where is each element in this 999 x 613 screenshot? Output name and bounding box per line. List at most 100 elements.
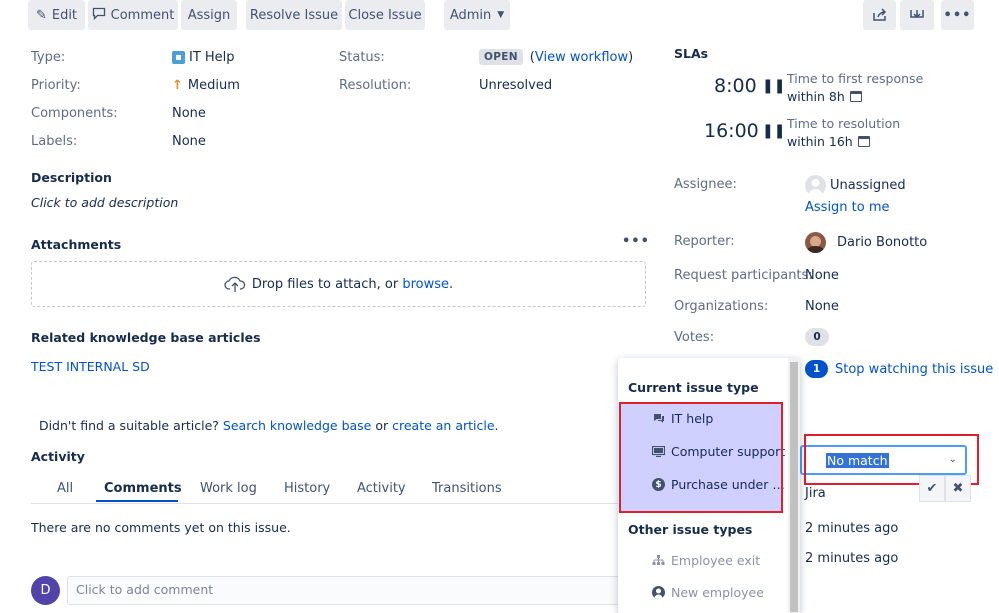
tab-transitions[interactable]: Transitions (432, 481, 502, 496)
sla-name-2: Time to resolution (787, 116, 901, 131)
votes-label: Votes: (674, 330, 715, 345)
description-field[interactable]: Click to add description (31, 195, 178, 210)
status-label: Status: (339, 50, 385, 65)
activity-heading: Activity (31, 449, 85, 464)
current-type-heading: Current issue type (628, 380, 759, 395)
assignee-value[interactable]: Unassigned (805, 175, 906, 196)
view-workflow-link[interactable]: View workflow (535, 50, 628, 65)
share-button[interactable] (863, 0, 896, 30)
stop-watching-link[interactable]: Stop watching this issue (835, 362, 993, 377)
type-text: IT Help (189, 50, 235, 65)
dropdown-item-employee-exit[interactable]: Employee exit (652, 553, 800, 568)
attachments-more-icon[interactable]: ••• (622, 234, 650, 249)
avatar-letter: D (40, 583, 51, 598)
attachments-heading: Attachments (31, 237, 122, 252)
pencil-icon: ✎ (35, 7, 47, 23)
labels-value[interactable]: None (172, 134, 206, 149)
arrow-up-icon: ↑ (172, 78, 183, 93)
calendar-icon (857, 136, 870, 147)
resolution-label: Resolution: (339, 78, 412, 93)
employee-exit-label: Employee exit (671, 553, 761, 568)
tab-comments[interactable]: Comments (104, 481, 182, 496)
sla-within-1-text: within 8h (787, 89, 845, 104)
new-employee-label: New employee (671, 585, 764, 600)
kb-heading: Related knowledge base articles (31, 330, 261, 345)
assignee-text: Unassigned (830, 178, 906, 193)
updated-date: 2 minutes ago (805, 551, 899, 566)
comment-button[interactable]: Comment (88, 0, 178, 30)
kb-end: . (494, 418, 499, 433)
jira-text: Jira (805, 486, 826, 501)
pause-icon: ❚❚ (762, 78, 786, 94)
tab-activity[interactable]: Activity (357, 481, 406, 496)
priority-value[interactable]: ↑ Medium (172, 78, 240, 93)
organizations-value[interactable]: None (805, 299, 839, 314)
attachments-dropzone[interactable]: Drop files to attach, or browse . (31, 261, 646, 307)
reporter-avatar (805, 232, 826, 253)
tabs-divider (31, 503, 631, 504)
comment-label: Comment (110, 7, 175, 23)
tab-history[interactable]: History (284, 481, 330, 496)
cloud-upload-icon (224, 276, 245, 292)
calendar-icon (849, 91, 862, 102)
drop-period: . (449, 276, 454, 292)
close-icon: ✖ (952, 481, 964, 496)
search-kb-link[interactable]: Search knowledge base (223, 418, 371, 433)
sla-within-2-text: within 16h (787, 134, 853, 149)
share-icon (872, 8, 886, 21)
kb-article-link[interactable]: TEST INTERNAL SD (31, 359, 150, 374)
create-article-link[interactable]: create an article (392, 418, 494, 433)
description-heading: Description (31, 170, 112, 185)
priority-label: Priority: (31, 78, 81, 93)
reporter-value[interactable]: Dario Bonotto (805, 232, 927, 253)
sla-name-1: Time to first response (787, 71, 924, 86)
add-comment-input[interactable]: Click to add comment (67, 576, 627, 605)
sla-within-1: within 8h (787, 89, 862, 104)
resolve-issue-button[interactable]: Resolve Issue (246, 0, 342, 30)
more-actions-button[interactable]: ••• (941, 0, 974, 30)
drop-text: Drop files to attach, or (251, 276, 403, 292)
cancel-button[interactable]: ✖ (945, 475, 971, 502)
paren-close: ) (628, 49, 634, 65)
assign-button[interactable]: Assign (181, 0, 237, 30)
dropdown-item-new-employee[interactable]: New employee (652, 585, 800, 600)
watch-count-badge[interactable]: 1 (805, 360, 828, 378)
components-value[interactable]: None (172, 106, 206, 121)
reporter-text: Dario Bonotto (837, 235, 928, 250)
status-badge: OPEN (479, 49, 523, 65)
type-value[interactable]: IT Help (172, 50, 235, 65)
assignee-label: Assignee: (674, 177, 737, 192)
priority-text: Medium (187, 78, 240, 93)
slas-heading: SLAs (674, 46, 709, 61)
participants-label: Request participants: (674, 268, 813, 283)
tab-all[interactable]: All (57, 481, 73, 496)
no-comments-text: There are no comments yet on this issue. (31, 520, 291, 535)
check-icon: ✔ (926, 481, 938, 496)
admin-dropdown-button[interactable]: Admin ▼ (444, 0, 510, 30)
assign-to-me-link[interactable]: Assign to me (805, 200, 890, 215)
tab-comments-underline (96, 500, 178, 502)
tab-work-log[interactable]: Work log (200, 481, 257, 496)
admin-label: Admin (449, 7, 492, 23)
org-chart-icon (652, 554, 665, 567)
sla-within-2: within 16h (787, 134, 870, 149)
created-date: 2 minutes ago (805, 521, 899, 536)
pause-icon: ❚❚ (762, 123, 786, 139)
sla-time-2: 16:00 (704, 120, 759, 142)
export-button[interactable] (900, 0, 934, 30)
unassigned-avatar-icon (805, 175, 826, 196)
edit-button[interactable]: ✎ Edit (28, 0, 85, 30)
close-issue-button[interactable]: Close Issue (345, 0, 425, 30)
reporter-label: Reporter: (674, 234, 735, 249)
kb-not-found-text: Didn't find a suitable article? (38, 418, 223, 433)
confirm-button[interactable]: ✔ (919, 475, 945, 502)
participants-value[interactable]: None (805, 268, 839, 283)
organizations-label: Organizations: (674, 299, 769, 314)
votes-count-badge[interactable]: 0 (805, 328, 829, 346)
labels-label: Labels: (31, 134, 78, 149)
kb-or: or (371, 418, 393, 433)
kb-not-found: Didn't find a suitable article? Search k… (31, 403, 499, 433)
browse-link[interactable]: browse (402, 277, 449, 292)
components-label: Components: (31, 106, 118, 121)
sla-time-1: 8:00 (714, 75, 757, 97)
